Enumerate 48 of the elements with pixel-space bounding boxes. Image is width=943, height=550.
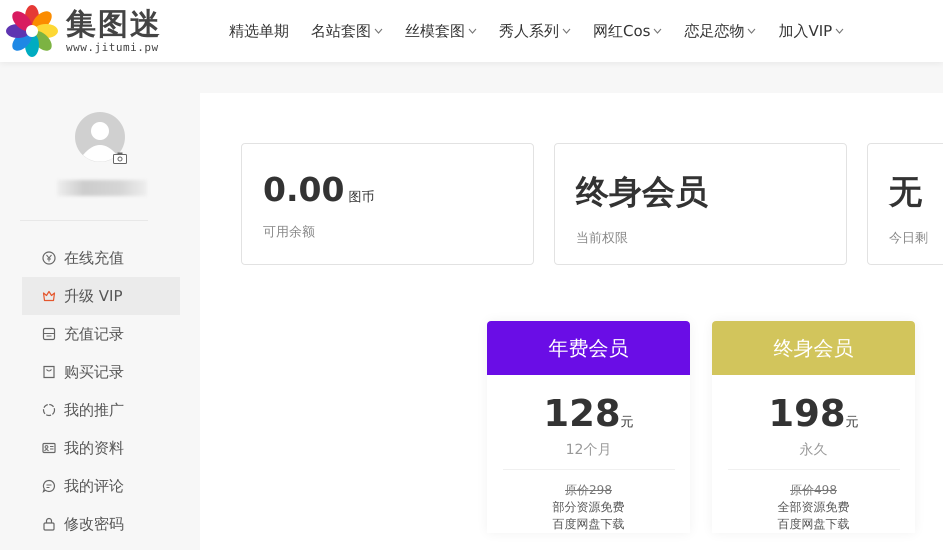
nav-link[interactable]: 名站套图 <box>300 22 394 40</box>
plan-price: 128 <box>543 393 621 435</box>
plan-feature: 全部资源免费 <box>778 499 850 516</box>
sidebar-item[interactable]: 我的推广 <box>22 391 180 429</box>
sidebar-item[interactable]: 我的评论 <box>22 467 180 505</box>
dashed-circle-icon <box>42 403 56 417</box>
plan-period: 永久 <box>800 441 828 459</box>
stat-label: 当前权限 <box>576 230 628 247</box>
plan-price: 198 <box>768 393 846 435</box>
inbox-icon <box>42 327 56 341</box>
nav-link[interactable]: 网红Cos <box>582 22 674 40</box>
yen-coin-icon <box>42 251 56 265</box>
currency-unit: 元 <box>846 414 859 431</box>
plan-header[interactable]: 年费会员 <box>487 321 690 375</box>
crown-icon <box>42 289 56 303</box>
stat-value: 0.00 <box>263 170 344 209</box>
sidebar-item[interactable]: 我的资料 <box>22 429 180 467</box>
stat-label: 可用余额 <box>263 224 315 241</box>
id-card-icon <box>42 441 56 455</box>
nav-link[interactable]: 丝模套图 <box>394 22 488 40</box>
original-price: 原价498 <box>790 482 837 499</box>
nav-link[interactable]: 秀人系列 <box>488 22 582 40</box>
sidebar-item[interactable]: 修改密码 <box>22 505 180 543</box>
original-price: 原价298 <box>565 482 612 499</box>
logo-title[interactable]: 集图迷 <box>66 8 162 40</box>
lock-icon <box>42 517 56 531</box>
stat-label: 今日剩 <box>889 230 928 247</box>
sidebar-item[interactable]: 在线充值 <box>22 239 180 277</box>
currency-unit: 元 <box>620 414 634 431</box>
nav-link[interactable]: 恋足恋物 <box>673 22 768 40</box>
plan-feature: 百度网盘下载 <box>552 516 624 533</box>
nav-link[interactable]: 精选单期 <box>218 22 300 40</box>
plan-feature: 部分资源免费 <box>552 499 624 516</box>
nav-link[interactable]: 加入VIP <box>767 22 856 40</box>
sidebar-item[interactable]: 购买记录 <box>22 353 180 391</box>
plan-feature: 百度网盘下载 <box>778 516 850 533</box>
bag-icon <box>42 365 56 379</box>
stat-unit: 图币 <box>348 189 374 206</box>
sidebar-item[interactable]: 充值记录 <box>22 315 180 353</box>
camera-icon <box>113 152 127 164</box>
sidebar-item[interactable]: 升级 VIP <box>22 277 180 315</box>
stat-value: 无 <box>889 171 922 213</box>
stat-value: 终身会员 <box>576 171 708 213</box>
chat-bubble-icon <box>42 479 56 493</box>
avatar-silhouette-icon <box>75 112 125 162</box>
flower-logo-icon <box>4 3 60 59</box>
plan-period: 12个月 <box>566 441 612 459</box>
logo-url: www.jitumi.pw <box>66 40 160 54</box>
